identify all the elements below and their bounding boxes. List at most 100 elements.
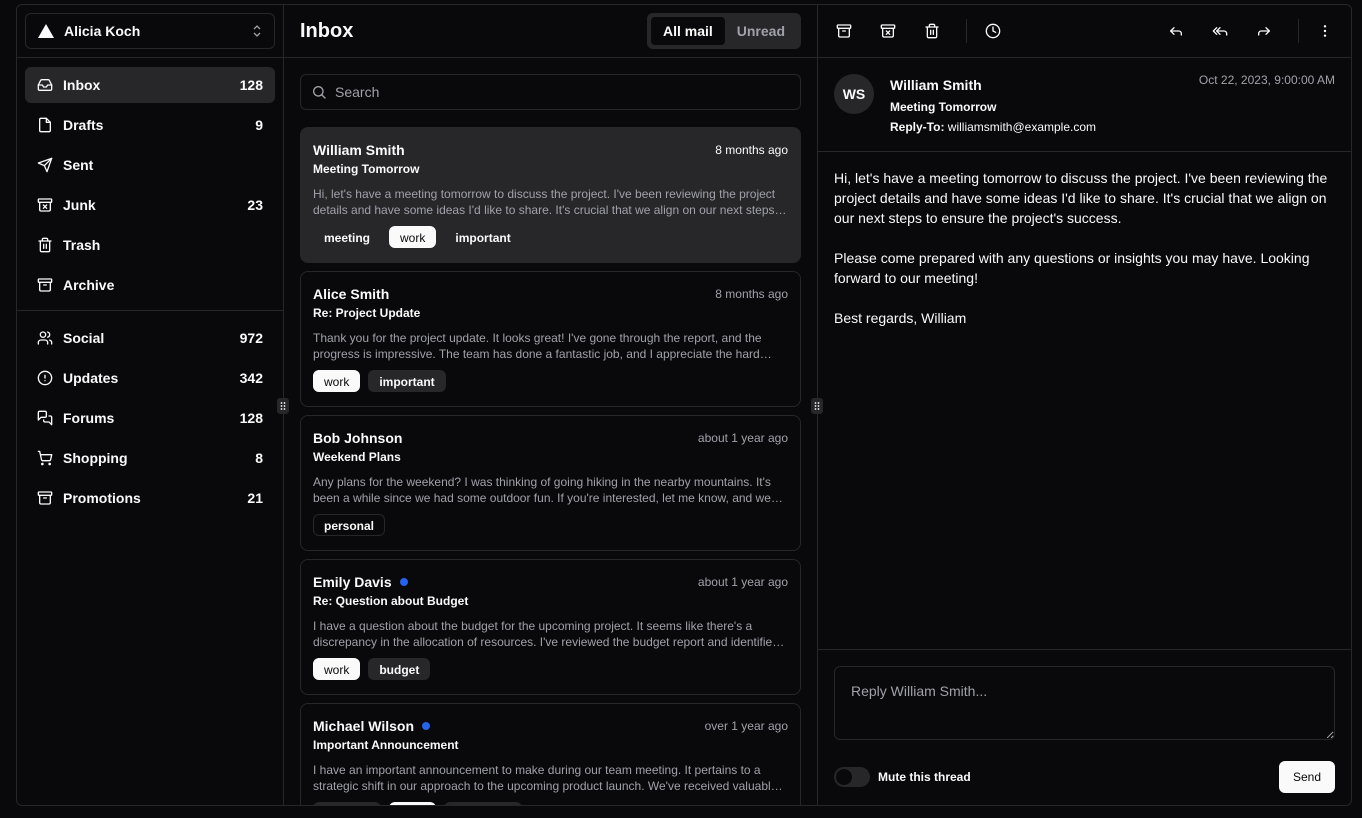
reply-button[interactable]: [1158, 13, 1194, 49]
resize-handle[interactable]: [811, 398, 823, 414]
reply-textarea[interactable]: [834, 666, 1335, 740]
message-header: WS William Smith Meeting Tomorrow Reply-…: [818, 58, 1351, 151]
sidebar-item-label: Social: [63, 330, 105, 346]
messages-icon: [37, 410, 53, 426]
sidebar-item-label: Inbox: [63, 77, 101, 93]
sidebar-item-count: 9: [255, 117, 263, 133]
sidebar-item-count: 342: [239, 370, 263, 386]
sidebar-item-label: Promotions: [63, 490, 141, 506]
sidebar: Alicia Koch Inbox 128 Drafts 9 Sent Junk: [17, 5, 289, 805]
unread-dot: [399, 578, 408, 586]
message-reply-to: Reply-To: williamsmith@example.com: [890, 118, 1199, 136]
snooze-button[interactable]: [975, 13, 1011, 49]
sidebar-item-promotions[interactable]: Promotions 21: [25, 480, 275, 516]
file-icon: [39, 117, 51, 133]
mute-thread-toggle[interactable]: [834, 767, 870, 787]
sidebar-item-inbox[interactable]: Inbox 128: [25, 67, 275, 103]
triangle-logo-icon: [38, 24, 54, 38]
sidebar-item-forums[interactable]: Forums 128: [25, 400, 275, 436]
mail-preview: I have an important announcement to make…: [313, 763, 778, 793]
tag-badge: budget: [368, 658, 431, 680]
tag-badge: meeting: [324, 231, 371, 245]
mail-filter-tabs: All mail Unread: [646, 13, 801, 49]
cart-icon: [37, 450, 53, 466]
sidebar-item-archive[interactable]: Archive: [25, 267, 275, 303]
archive-x-icon: [880, 24, 896, 38]
sidebar-item-sent[interactable]: Sent: [25, 147, 275, 183]
mail-preview: Any plans for the weekend? I was thinkin…: [313, 475, 771, 505]
trash-button[interactable]: [914, 13, 950, 49]
archive-button[interactable]: [826, 13, 862, 49]
tag-badge: personal: [313, 514, 386, 536]
tag-badge: work: [389, 802, 437, 805]
message-paragraph: Hi, let's have a meeting tomorrow to dis…: [834, 170, 1328, 226]
mail-time: over 1 year ago: [704, 719, 788, 733]
sidebar-item-updates[interactable]: Updates 342: [25, 360, 275, 396]
sidebar-item-label: Sent: [63, 157, 94, 173]
mail-sender: Emily Davis: [313, 574, 392, 590]
list-header: Inbox All mail Unread: [284, 5, 817, 57]
sidebar-item-drafts[interactable]: Drafts 9: [25, 107, 275, 143]
mail-time: about 1 year ago: [697, 575, 788, 589]
reply-all-button[interactable]: [1202, 13, 1238, 49]
mail-subject: Weekend Plans: [313, 450, 401, 464]
reply-composer: Mute this thread Send: [818, 649, 1351, 805]
mail-list: William Smith 8 months ago Meeting Tomor…: [300, 127, 801, 805]
sidebar-item-label: Junk: [63, 197, 96, 213]
mail-list-panel: Inbox All mail Unread William Smith 8 mo…: [284, 5, 823, 805]
mail-item[interactable]: Michael Wilson over 1 year ago Important…: [300, 703, 801, 805]
account-switcher[interactable]: Alicia Koch: [25, 13, 275, 49]
sidebar-item-social[interactable]: Social 972: [25, 320, 275, 356]
mail-tags: personal: [313, 514, 788, 536]
mail-sender: William Smith: [313, 142, 405, 158]
mail-subject: Meeting Tomorrow: [313, 162, 420, 176]
sidebar-item-junk[interactable]: Junk 23: [25, 187, 275, 223]
more-button[interactable]: [1307, 13, 1343, 49]
tab-unread[interactable]: Unread: [725, 17, 797, 45]
resize-handle[interactable]: [277, 398, 289, 414]
mail-tags: work budget: [313, 658, 788, 680]
archive-icon: [37, 491, 53, 505]
search-input[interactable]: [335, 84, 790, 100]
users-icon: [37, 331, 53, 345]
more-vertical-icon: [1323, 25, 1327, 37]
message-paragraph: Please come prepared with any questions …: [834, 250, 1310, 286]
divider: [1298, 19, 1299, 43]
sidebar-item-count: 8: [255, 450, 263, 466]
mail-preview: Hi, let's have a meeting tomorrow to dis…: [313, 187, 788, 217]
forward-button[interactable]: [1246, 13, 1282, 49]
chevrons-up-down-icon: [253, 25, 261, 37]
divider: [284, 57, 817, 58]
search-box: [300, 74, 801, 110]
sidebar-item-count: 972: [239, 330, 263, 346]
mail-item[interactable]: Alice Smith 8 months ago Re: Project Upd…: [300, 271, 801, 407]
avatar: WS: [834, 74, 874, 114]
trash-icon: [925, 23, 939, 39]
tag-badge: important: [444, 802, 522, 805]
sidebar-item-label: Trash: [63, 237, 101, 253]
reply-icon: [1170, 26, 1182, 36]
sidebar-item-count: 23: [247, 197, 263, 213]
tag-badge: meeting: [313, 802, 382, 805]
mail-subject: Re: Project Update: [313, 306, 421, 320]
message-subject: Meeting Tomorrow: [890, 100, 997, 114]
move-to-junk-button[interactable]: [870, 13, 906, 49]
mail-item[interactable]: William Smith 8 months ago Meeting Tomor…: [300, 127, 801, 263]
send-button[interactable]: Send: [1278, 761, 1335, 793]
message-sender: William Smith: [890, 77, 982, 93]
mail-item[interactable]: Emily Davis about 1 year ago Re: Questio…: [300, 559, 801, 695]
sidebar-item-label: Archive: [63, 277, 115, 293]
sidebar-item-count: 21: [247, 490, 263, 506]
archive-icon: [836, 24, 852, 38]
sidebar-item-shopping[interactable]: Shopping 8: [25, 440, 275, 476]
tag-badge: important: [455, 231, 511, 245]
reader-toolbar: [818, 5, 1351, 57]
sidebar-item-trash[interactable]: Trash: [25, 227, 275, 263]
nav-primary: Inbox 128 Drafts 9 Sent Junk 23 Trash Ar…: [25, 67, 275, 307]
mail-item[interactable]: Bob Johnson about 1 year ago Weekend Pla…: [300, 415, 801, 551]
tag-badge: work: [313, 658, 361, 680]
tab-all-mail[interactable]: All mail: [650, 17, 725, 45]
forward-icon: [1258, 26, 1270, 36]
mail-time: 8 months ago: [715, 287, 788, 301]
grip-vertical-icon: [280, 402, 286, 410]
